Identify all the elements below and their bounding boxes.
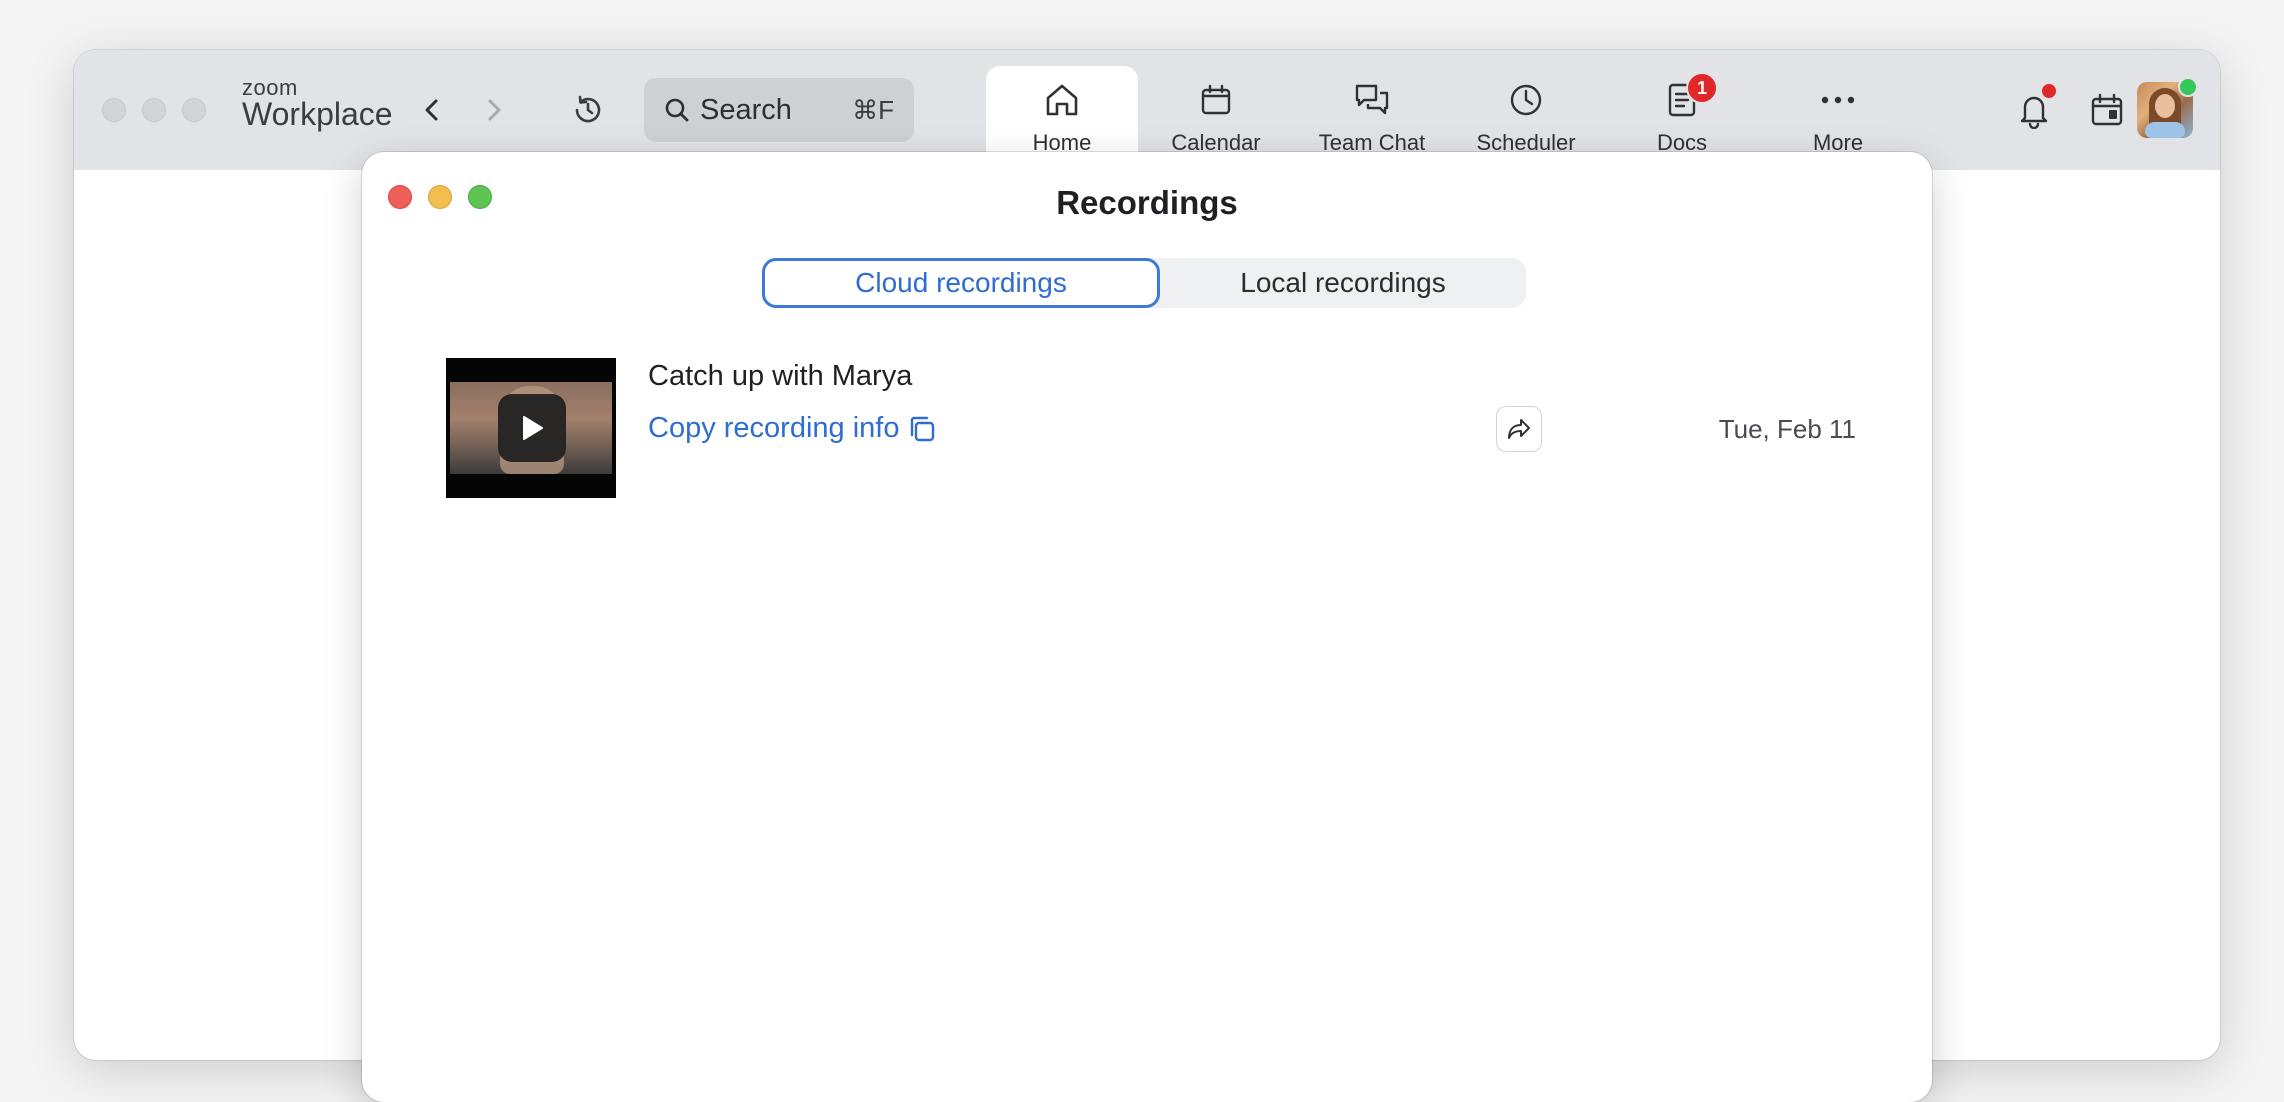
- logo-workplace-text: Workplace: [242, 96, 393, 132]
- tab-local-recordings[interactable]: Local recordings: [1160, 258, 1526, 308]
- online-status-dot: [2178, 77, 2198, 97]
- chevron-right-icon: [488, 99, 501, 121]
- window-minimize-button[interactable]: [142, 98, 166, 122]
- copy-recording-info-label: Copy recording info: [648, 412, 900, 444]
- notifications-button[interactable]: [2014, 82, 2058, 132]
- search-label: Search: [700, 93, 792, 126]
- dialog-title: Recordings: [1056, 184, 1238, 221]
- share-button[interactable]: [1496, 406, 1542, 452]
- play-button[interactable]: [498, 394, 566, 462]
- zoom-workplace-logo: zoom Workplace: [242, 77, 393, 132]
- share-arrow-icon: [1508, 419, 1530, 439]
- tab-cloud-recordings[interactable]: Cloud recordings: [762, 258, 1160, 308]
- clock-icon: [1506, 80, 1546, 120]
- history-button[interactable]: [568, 90, 608, 130]
- chevron-left-icon: [425, 99, 438, 121]
- window-maximize-button[interactable]: [182, 98, 206, 122]
- copy-recording-info-link[interactable]: Copy recording info: [648, 412, 937, 445]
- window-close-button[interactable]: [102, 98, 126, 122]
- calendar-status-button[interactable]: [2086, 88, 2128, 132]
- notification-dot: [2040, 82, 2058, 100]
- document-icon: 1: [1662, 72, 1718, 120]
- calendar-icon: [1196, 80, 1236, 120]
- home-icon: [1042, 80, 1082, 120]
- back-button[interactable]: [414, 92, 450, 128]
- calendar-status-icon: [2091, 93, 2123, 126]
- chat-icon: [1352, 80, 1392, 120]
- recording-title: Catch up with Marya: [648, 360, 913, 392]
- recordings-dialog: Recordings Cloud recordings Local record…: [362, 152, 1932, 1102]
- forward-button[interactable]: [476, 92, 512, 128]
- play-icon: [523, 416, 543, 440]
- recording-list-item[interactable]: Catch up with Marya Copy recording info …: [446, 358, 1856, 498]
- avatar[interactable]: [2137, 77, 2198, 138]
- copy-icon: [907, 414, 937, 444]
- history-icon: [575, 95, 601, 123]
- search-shortcut: ⌘F: [852, 94, 894, 125]
- recordings-segmented-control: Cloud recordings Local recordings: [762, 258, 1526, 308]
- recording-date: Tue, Feb 11: [1718, 414, 1856, 444]
- search-input[interactable]: Search ⌘F: [644, 78, 914, 142]
- docs-badge: 1: [1686, 72, 1718, 104]
- recording-thumbnail[interactable]: [446, 358, 616, 498]
- search-icon: [665, 98, 689, 122]
- ellipsis-icon: [1818, 80, 1858, 120]
